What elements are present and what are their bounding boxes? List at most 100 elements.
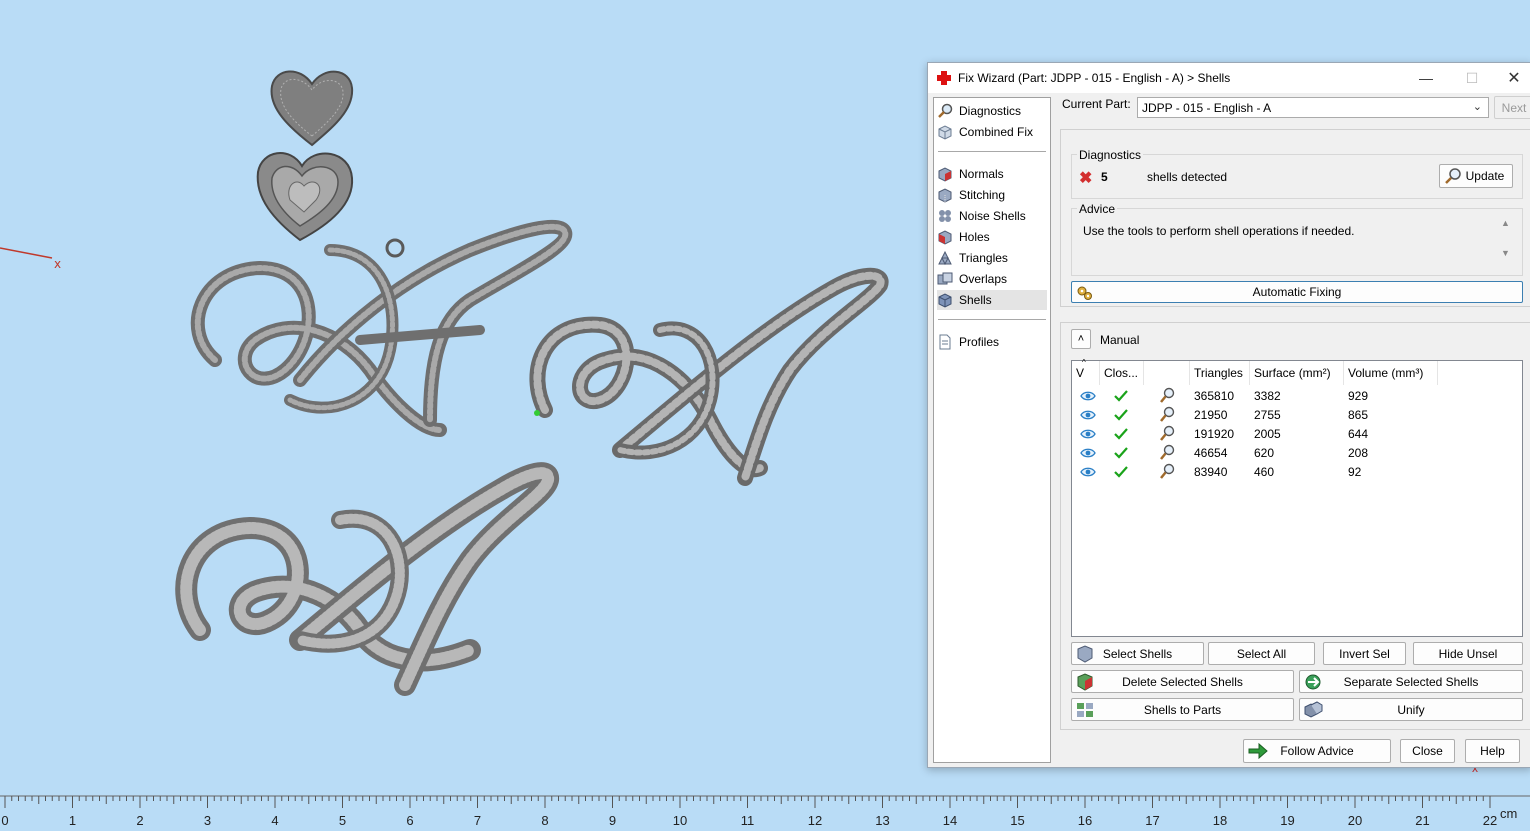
table-row[interactable]: 21950 2755 865 [1072, 406, 1522, 425]
follow-advice-label: Follow Advice [1280, 744, 1354, 758]
zoom-to-shell-icon[interactable] [1158, 463, 1176, 481]
zoom-to-shell-icon[interactable] [1158, 425, 1176, 443]
zoom-to-shell-icon[interactable] [1158, 387, 1176, 405]
nav-item-stitching[interactable]: Stitching [937, 185, 1047, 205]
current-part-value: JDPP - 015 - English - A [1142, 101, 1272, 115]
follow-advice-button[interactable]: Follow Advice [1243, 739, 1391, 763]
ruler-number: 10 [672, 813, 688, 828]
nav-item-normals[interactable]: Normals [937, 164, 1047, 184]
minimize-button[interactable]: — [1403, 63, 1449, 93]
update-label: Update [1465, 169, 1505, 183]
eye-icon[interactable] [1080, 428, 1096, 440]
ruler-number: 7 [473, 813, 482, 828]
nav-item-triangles[interactable]: Triangles [937, 248, 1047, 268]
eye-icon[interactable] [1080, 409, 1096, 421]
select-shells-button[interactable]: Select Shells [1071, 642, 1204, 665]
shells-table[interactable]: ^ V Clos... Triangles Surface (mm²) Volum… [1071, 358, 1523, 637]
column-header-volume[interactable]: Volume (mm³) [1344, 361, 1438, 385]
unify-button[interactable]: Unify [1299, 698, 1523, 721]
volume-cell: 92 [1348, 465, 1362, 479]
scroll-down-icon[interactable]: ▼ [1501, 248, 1510, 258]
scroll-up-icon[interactable]: ▲ [1501, 218, 1510, 228]
triangles-cell: 46654 [1194, 446, 1228, 460]
shells-to-parts-button[interactable]: Shells to Parts [1071, 698, 1294, 721]
zoom-to-shell-icon[interactable] [1158, 444, 1176, 462]
ruler-number: 14 [942, 813, 958, 828]
nav-item-diagnostics[interactable]: Diagnostics [937, 101, 1047, 121]
window-title: Fix Wizard (Part: JDPP - 015 - English -… [958, 71, 1231, 85]
triangles-cell: 365810 [1194, 389, 1235, 403]
separate-selected-shells-button[interactable]: Separate Selected Shells [1299, 670, 1523, 693]
nav-item-overlaps[interactable]: Overlaps [937, 269, 1047, 289]
column-header-triangles[interactable]: Triangles [1190, 361, 1250, 385]
help-button[interactable]: Help [1465, 739, 1520, 763]
shells-cube-icon [938, 293, 952, 308]
delete-selected-shells-button[interactable]: Delete Selected Shells [1071, 670, 1294, 693]
advice-text: Use the tools to perform shell operation… [1083, 224, 1355, 238]
nav-label: Holes [959, 230, 990, 244]
eye-icon[interactable] [1080, 466, 1096, 478]
heart-charm-bottom[interactable] [256, 152, 354, 242]
separate-selected-label: Separate Selected Shells [1343, 674, 1479, 689]
nav-item-holes[interactable]: Holes [937, 227, 1047, 247]
surface-cell: 2755 [1254, 408, 1281, 422]
table-row[interactable]: 191920 2005 644 [1072, 425, 1522, 444]
nav-item-noise-shells[interactable]: Noise Shells [937, 206, 1047, 226]
next-button[interactable]: Next [1494, 96, 1530, 119]
delete-shell-icon [1077, 673, 1093, 691]
maximize-button[interactable]: ☐ [1449, 63, 1495, 93]
select-shells-label: Select Shells [1102, 646, 1173, 661]
ruler-number: 9 [608, 813, 617, 828]
column-header-closed[interactable]: Clos... [1100, 361, 1144, 385]
current-part-select[interactable]: JDPP - 015 - English - A ⌄ [1137, 97, 1489, 118]
update-button[interactable]: Update [1439, 164, 1513, 188]
table-row[interactable]: 83940 460 92 [1072, 463, 1522, 482]
nav-item-combined-fix[interactable]: Combined Fix [937, 122, 1047, 142]
letter-a-baguette[interactable] [175, 462, 559, 696]
invert-selection-button[interactable]: Invert Sel [1323, 642, 1406, 665]
zoom-to-shell-icon[interactable] [1158, 406, 1176, 424]
eye-icon[interactable] [1080, 447, 1096, 459]
table-row[interactable]: 46654 620 208 [1072, 444, 1522, 463]
table-row[interactable]: 365810 3382 929 [1072, 387, 1522, 406]
ruler-number: 4 [271, 813, 279, 828]
nav-label: Stitching [959, 188, 1006, 202]
letter-a-outline[interactable] [190, 219, 573, 437]
stitching-cube-icon [938, 188, 952, 203]
column-header-surface[interactable]: Surface (mm²) [1250, 361, 1344, 385]
gears-icon [1077, 286, 1092, 300]
noise-shells-icon [939, 210, 951, 222]
double-chevron-up-icon: ˄ [1077, 333, 1085, 345]
close-button[interactable]: Close [1400, 739, 1455, 763]
check-icon [1114, 428, 1128, 440]
magnifier-icon [938, 103, 953, 118]
nav-label: Combined Fix [959, 125, 1034, 139]
ruler-number: 5 [338, 813, 347, 828]
document-icon [939, 334, 951, 350]
nav-item-profiles[interactable]: Profiles [937, 332, 1047, 352]
column-header-tool[interactable] [1144, 361, 1190, 385]
title-bar[interactable]: Fix Wizard (Part: JDPP - 015 - English -… [928, 63, 1530, 93]
triangles-cell: 191920 [1194, 427, 1235, 441]
ruler-number: 8 [541, 813, 549, 828]
letter-a-beaded[interactable] [529, 267, 889, 486]
nav-label: Normals [959, 167, 1004, 181]
eye-icon[interactable] [1080, 390, 1096, 402]
nav-item-shells[interactable]: Shells [937, 290, 1047, 310]
error-x-icon: ✖ [1079, 170, 1093, 187]
ruler-number: 18 [1212, 813, 1228, 828]
select-all-button[interactable]: Select All [1208, 642, 1315, 665]
column-header-visible[interactable]: ^ V [1072, 358, 1100, 385]
automatic-fixing-button[interactable]: Automatic Fixing [1071, 281, 1523, 303]
shell-count: 5 [1101, 170, 1108, 184]
advice-group [1071, 208, 1523, 276]
green-arrow-icon [1248, 742, 1268, 760]
heart-charm-top[interactable] [270, 70, 354, 147]
advice-title: Advice [1077, 202, 1118, 216]
triangles-icon [938, 250, 952, 266]
close-window-button[interactable]: ✕ [1491, 63, 1530, 93]
separate-shell-icon [1305, 674, 1321, 690]
hide-unselected-button[interactable]: Hide Unsel [1413, 642, 1523, 665]
ruler-number: 20 [1347, 813, 1363, 828]
collapse-manual-button[interactable]: ˄ [1071, 329, 1091, 349]
